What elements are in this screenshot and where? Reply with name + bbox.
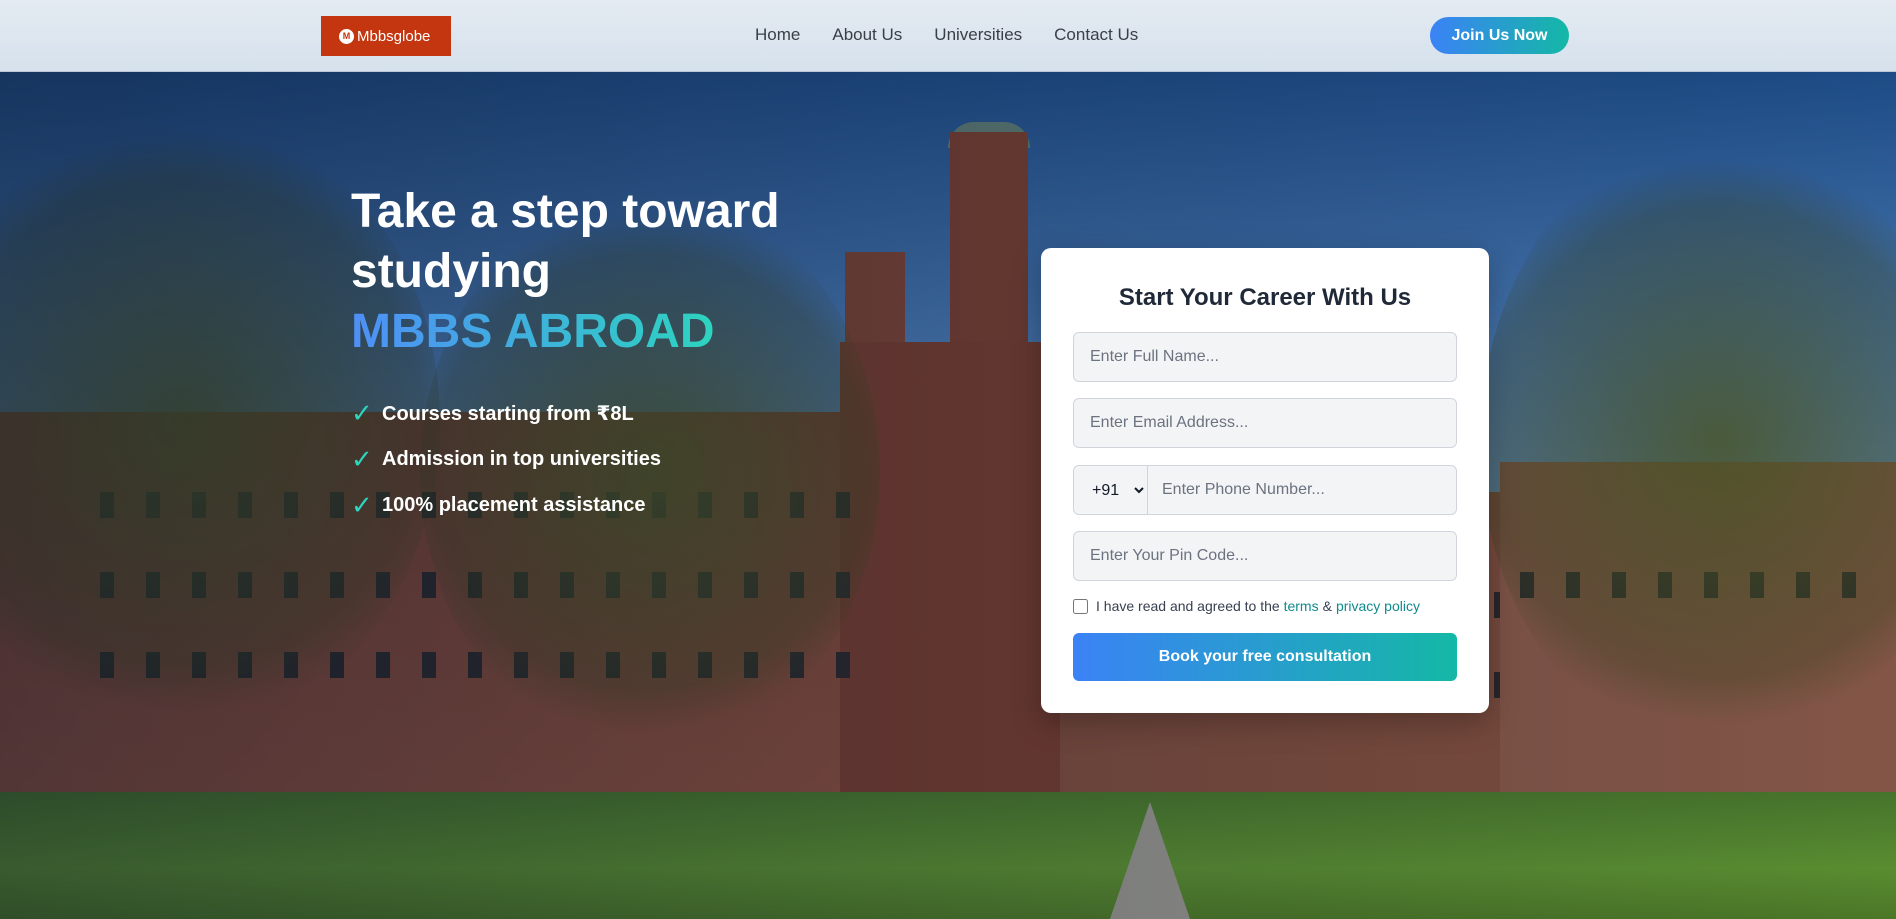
terms-link[interactable]: terms <box>1284 598 1319 614</box>
country-code-select[interactable]: +91 <box>1074 466 1148 514</box>
nav-about-us[interactable]: About Us <box>832 25 902 45</box>
phone-field-group: +91 <box>1073 465 1457 515</box>
feature-item: ✓ 100% placement assistance <box>351 482 661 528</box>
email-input[interactable] <box>1073 398 1457 448</box>
hero-section: Take a step toward studying MBBS ABROAD … <box>0 72 1896 919</box>
check-icon: ✓ <box>351 443 373 474</box>
agreement-row: I have read and agreed to the terms & priv… <box>1073 598 1420 614</box>
pin-code-input[interactable] <box>1073 531 1457 581</box>
nav-contact-us[interactable]: Contact Us <box>1054 25 1138 45</box>
logo-mark-icon: M <box>339 28 354 44</box>
hero-heading-line1: Take a step toward <box>351 185 780 238</box>
logo-text: Mbbsglobe <box>357 27 431 45</box>
phone-input[interactable] <box>1148 466 1456 514</box>
check-icon: ✓ <box>351 397 373 428</box>
feature-item: ✓ Admission in top universities <box>351 436 661 482</box>
full-name-input[interactable] <box>1073 332 1457 382</box>
feature-text: Courses starting from ₹8L <box>382 402 634 425</box>
feature-list: ✓ Courses starting from ₹8L ✓ Admission … <box>351 390 661 528</box>
feature-item: ✓ Courses starting from ₹8L <box>351 390 661 436</box>
hero-heading: Take a step toward studying MBBS ABROAD <box>351 182 780 362</box>
book-consultation-button[interactable]: Book your free consultation <box>1073 633 1457 681</box>
hero-overlay <box>0 72 1896 919</box>
feature-text: 100% placement assistance <box>382 493 646 516</box>
main-nav: Home About Us Universities Contact Us <box>755 25 1138 45</box>
check-icon: ✓ <box>351 489 373 520</box>
nav-home[interactable]: Home <box>755 25 800 45</box>
form-title: Start Your Career With Us <box>1118 284 1412 311</box>
site-header: M Mbbsglobe Home About Us Universities C… <box>0 0 1896 72</box>
feature-text: Admission in top universities <box>382 447 661 470</box>
hero-heading-line2: studying <box>351 245 551 298</box>
hero-heading-accent: MBBS ABROAD <box>351 305 715 358</box>
nav-universities[interactable]: Universities <box>934 25 1022 45</box>
agree-checkbox[interactable] <box>1073 598 1088 614</box>
logo[interactable]: M Mbbsglobe <box>321 16 451 56</box>
agreement-text: I have read and agreed to the <box>1096 598 1280 614</box>
consultation-form-card: Start Your Career With Us +91 I have rea… <box>1041 248 1489 713</box>
join-us-button[interactable]: Join Us Now <box>1430 17 1569 54</box>
ampersand: & <box>1322 598 1332 614</box>
privacy-policy-link[interactable]: privacy policy <box>1336 598 1420 614</box>
